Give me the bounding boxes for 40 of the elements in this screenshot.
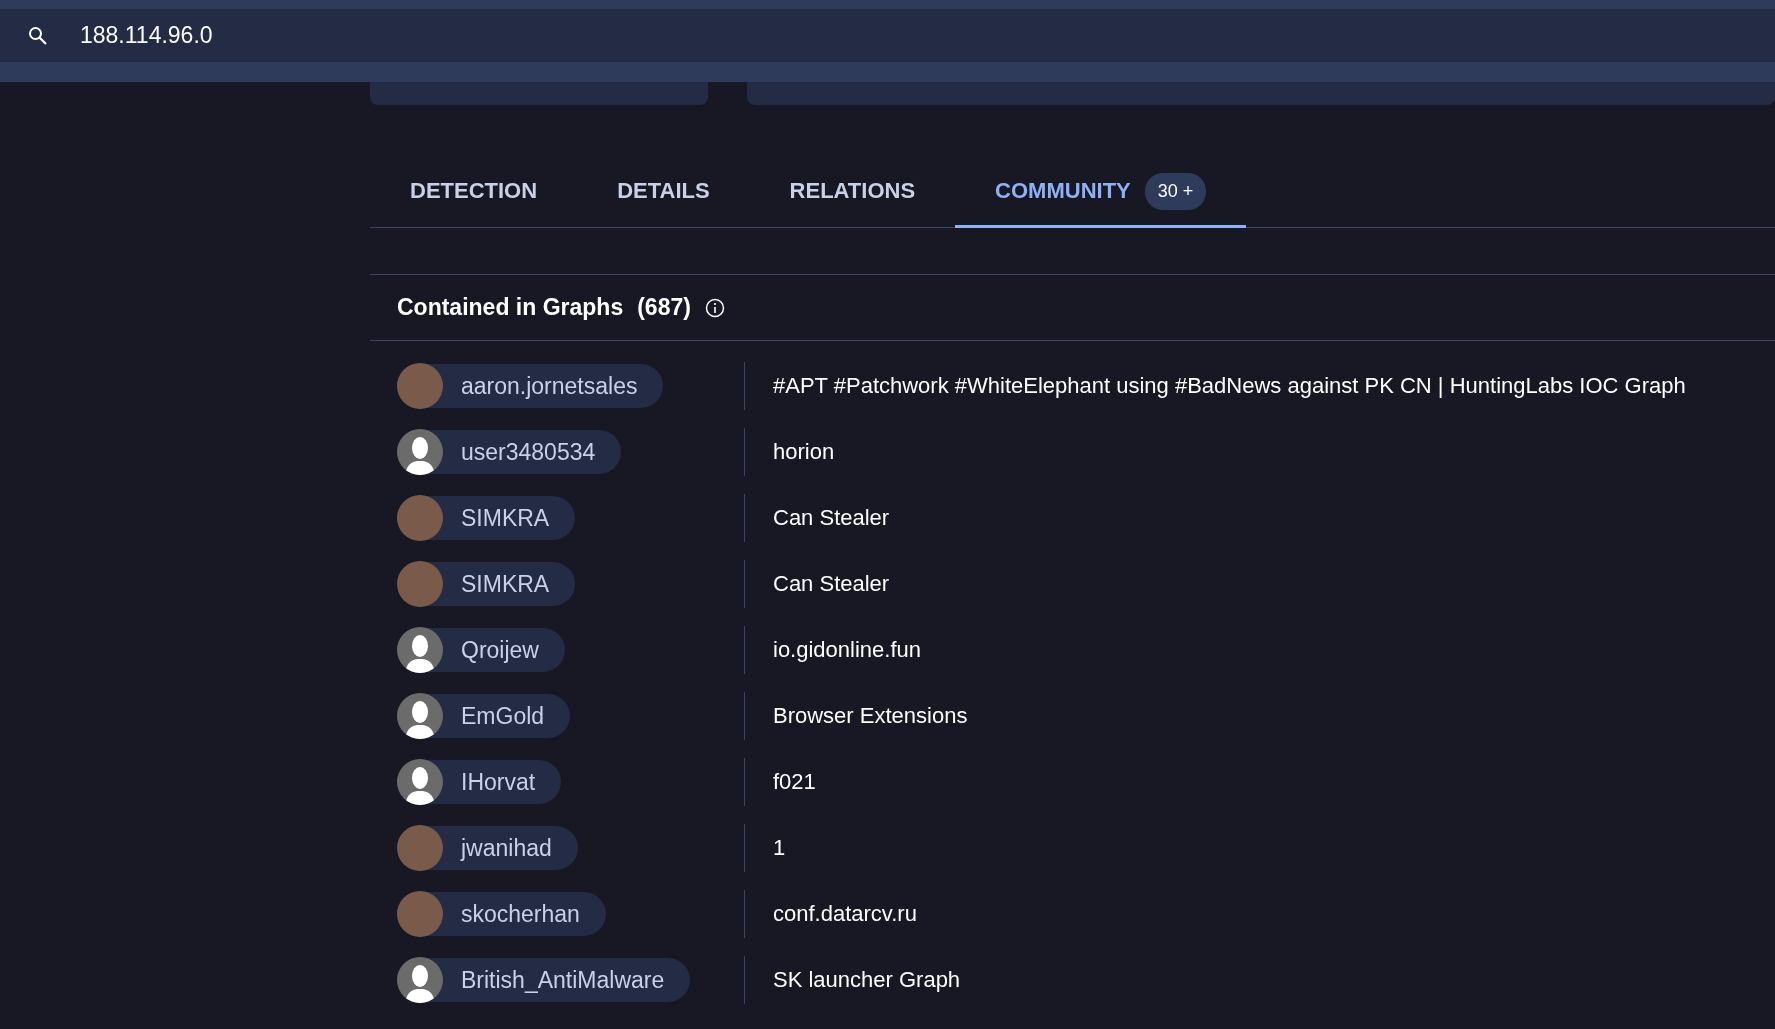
person-silhouette-icon: [405, 435, 435, 475]
graph-title[interactable]: horion: [773, 439, 835, 465]
graph-title[interactable]: conf.datarcv.ru: [773, 901, 917, 927]
person-silhouette-icon: [405, 633, 435, 673]
avatar-image-placeholder: [397, 495, 443, 541]
avatar-image-placeholder: [397, 825, 443, 871]
graph-title[interactable]: Can Stealer: [773, 505, 890, 531]
person-silhouette-icon: [405, 699, 435, 739]
tab[interactable]: DETECTION: [370, 157, 578, 228]
avatar-image-placeholder: [397, 363, 443, 409]
user-chip[interactable]: user3480534: [397, 430, 622, 474]
user-chip[interactable]: British_AntiMalware: [397, 958, 691, 1002]
user-chip[interactable]: jwanihad: [397, 826, 578, 870]
graph-count: (687): [637, 294, 691, 321]
graph-title[interactable]: Browser Extensions: [773, 703, 968, 729]
user-chip[interactable]: skocherhan: [397, 892, 606, 936]
info-icon[interactable]: [704, 297, 725, 318]
graph-title[interactable]: #APT #Patchwork #WhiteElephant using #BadNews against PK CN | HuntingLabs IOC Graph: [773, 373, 1686, 399]
graph-title[interactable]: Can Stealer: [773, 571, 890, 597]
avatar-image-placeholder: [397, 891, 443, 937]
tab[interactable]: RELATIONS: [749, 157, 956, 228]
person-silhouette-icon: [405, 963, 435, 1003]
user-chip[interactable]: Qroijew: [397, 628, 565, 672]
tab[interactable]: DETAILS: [577, 157, 750, 228]
person-silhouette-icon: [405, 765, 435, 805]
graph-title[interactable]: f021: [773, 769, 816, 795]
count-badge: 30 +: [1144, 172, 1207, 210]
user-chip[interactable]: EmGold: [397, 694, 571, 738]
graph-title[interactable]: 1: [773, 835, 786, 861]
user-chip[interactable]: aaron.jornetsales: [397, 364, 664, 408]
user-chip[interactable]: IHorvat: [397, 760, 562, 804]
section-title: Contained in Graphs: [397, 294, 624, 321]
search-icon: [28, 25, 48, 46]
graph-title[interactable]: io.gidonline.fun: [773, 637, 921, 663]
graph-title[interactable]: SK launcher Graph: [773, 967, 961, 993]
search-field[interactable]: 188.114.96.0: [78, 21, 482, 50]
user-chip[interactable]: SIMKRA: [397, 562, 576, 606]
user-chip[interactable]: SIMKRA: [397, 496, 576, 540]
avatar-image-placeholder: [397, 561, 443, 607]
tab[interactable]: COMMUNITY 30 +: [955, 157, 1247, 228]
